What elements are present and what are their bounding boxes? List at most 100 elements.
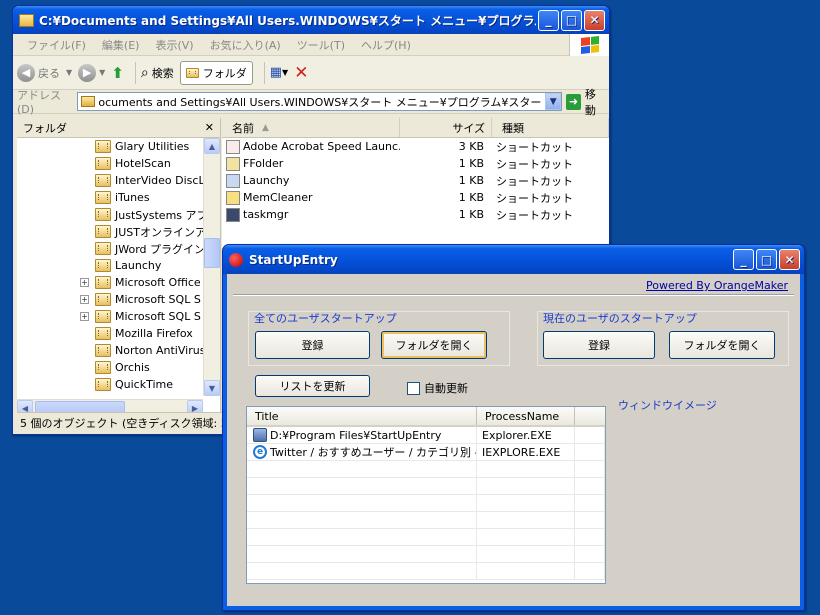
pdf-shortcut-icon xyxy=(226,139,240,154)
folder-tree-item[interactable]: InterVideo DiscL xyxy=(17,172,203,189)
folder-tree-item[interactable]: Launchy xyxy=(17,257,203,274)
close-button[interactable]: ✕ xyxy=(584,9,605,31)
go-button[interactable]: ➜ 移動 xyxy=(566,86,605,118)
file-name-cell: taskmgr xyxy=(222,207,400,222)
refresh-list-button[interactable]: リストを更新 xyxy=(255,375,370,397)
launchy-icon xyxy=(226,173,240,188)
expand-icon[interactable]: + xyxy=(80,312,89,321)
folder-tree[interactable]: Glary Utilities HotelScan InterVideo DiscL… xyxy=(17,138,203,396)
folder-name: JUSTオンラインアッ xyxy=(115,225,203,239)
expand-icon[interactable]: + xyxy=(80,295,89,304)
chevron-down-icon[interactable]: ▼ xyxy=(66,68,72,77)
chevron-down-icon[interactable]: ▼ xyxy=(99,68,105,77)
minimize-button[interactable]: _ xyxy=(733,249,754,270)
all-users-register-button[interactable]: 登録 xyxy=(255,331,370,359)
column-type[interactable]: 種類 xyxy=(492,118,609,137)
folder-icon xyxy=(95,310,111,323)
address-input[interactable]: ocuments and Settings¥All Users.WINDOWS¥… xyxy=(77,92,563,111)
folder-icon xyxy=(95,140,111,153)
folder-tree-item[interactable]: Mozilla Firefox xyxy=(17,325,203,342)
back-button[interactable]: ◀ 戻る ▼ xyxy=(17,63,72,82)
menu-help[interactable]: ヘルプ(H) xyxy=(361,37,411,53)
folder-name: HotelScan xyxy=(115,157,171,170)
current-user-register-button[interactable]: 登録 xyxy=(543,331,655,359)
divider xyxy=(233,294,794,296)
auto-refresh-checkbox[interactable]: 自動更新 xyxy=(407,380,468,396)
folder-tree-item[interactable]: QuickTime xyxy=(17,376,203,393)
folder-name: Glary Utilities xyxy=(115,140,190,153)
startup-titlebar[interactable]: StartUpEntry _ □ ✕ xyxy=(223,245,804,274)
folder-tree-item[interactable]: JustSystems アプ xyxy=(17,206,203,223)
folder-pane-vscroll[interactable]: ▲ ▼ xyxy=(203,138,220,396)
file-row[interactable]: FFolder 1 KB ショートカット xyxy=(222,155,609,172)
filler-cell xyxy=(575,529,605,545)
folder-tree-item[interactable]: Orchis xyxy=(17,359,203,376)
folder-icon xyxy=(185,67,199,78)
menu-favorites[interactable]: お気に入り(A) xyxy=(210,37,281,53)
minimize-button[interactable]: _ xyxy=(538,9,559,31)
file-name: Adobe Acrobat Speed Launc... xyxy=(243,140,400,153)
views-button[interactable]: ▦ ▼ xyxy=(270,65,288,80)
folder-tree-item[interactable]: + Microsoft SQL S xyxy=(17,291,203,308)
all-users-open-folder-button[interactable]: フォルダを開く xyxy=(381,331,487,359)
maximize-button[interactable]: □ xyxy=(561,9,582,31)
scroll-down-icon[interactable]: ▼ xyxy=(204,380,220,396)
toolbar-separator xyxy=(134,61,136,84)
listview-empty-row xyxy=(247,478,605,495)
menu-file[interactable]: ファイル(F) xyxy=(27,37,86,53)
search-button[interactable]: ⌕ 検索 xyxy=(141,65,174,81)
startup-window: StartUpEntry _ □ ✕ Powered By OrangeMake… xyxy=(222,244,805,611)
folder-pane-header: フォルダ ✕ xyxy=(17,118,220,138)
checkbox-box[interactable] xyxy=(407,381,420,395)
listview-row[interactable]: D:¥Program Files¥StartUpEntry Explorer.EX… xyxy=(247,427,605,444)
folder-tree-item[interactable]: iTunes xyxy=(17,189,203,206)
chevron-down-icon[interactable]: ▼ xyxy=(545,93,562,110)
file-name: taskmgr xyxy=(243,208,289,221)
folder-name: Microsoft Office xyxy=(115,276,201,289)
file-row[interactable]: Launchy 1 KB ショートカット xyxy=(222,172,609,189)
column-process-name[interactable]: ProcessName xyxy=(477,407,575,425)
file-row[interactable]: MemCleaner 1 KB ショートカット xyxy=(222,189,609,206)
explorer-titlebar[interactable]: C:¥Documents and Settings¥All Users.WIND… xyxy=(13,6,609,34)
expand-icon[interactable]: + xyxy=(80,278,89,287)
folders-button[interactable]: フォルダ xyxy=(179,60,253,85)
maximize-button[interactable]: □ xyxy=(756,249,777,270)
listview-empty-row xyxy=(247,563,605,580)
scroll-up-icon[interactable]: ▲ xyxy=(204,138,220,154)
back-arrow-icon: ◀ xyxy=(17,63,35,82)
powered-by-link[interactable]: Powered By OrangeMaker xyxy=(646,279,788,292)
close-icon[interactable]: ✕ xyxy=(205,121,214,134)
file-size: 1 KB xyxy=(458,174,484,187)
current-user-open-folder-button[interactable]: フォルダを開く xyxy=(669,331,775,359)
up-button[interactable]: ⬆ xyxy=(111,64,124,82)
folder-icon xyxy=(95,191,111,204)
folder-tree-item[interactable]: + Microsoft SQL S xyxy=(17,308,203,325)
folder-icon xyxy=(95,378,111,391)
file-row[interactable]: Adobe Acrobat Speed Launc... 3 KB ショートカット xyxy=(222,138,609,155)
folder-icon xyxy=(95,157,111,170)
folder-tree-item[interactable]: JWord プラグイン xyxy=(17,240,203,257)
close-button[interactable]: ✕ xyxy=(779,249,800,270)
scroll-thumb[interactable] xyxy=(204,238,220,268)
toolbar: ◀ 戻る ▼ ▶ ▼ ⬆ ⌕ 検索 フォルダ ▦ ▼ ✕ xyxy=(13,56,609,90)
folder-tree-item[interactable]: HotelScan xyxy=(17,155,203,172)
menu-edit[interactable]: 編集(E) xyxy=(102,37,140,53)
folder-tree-item[interactable]: Norton AntiVirus xyxy=(17,342,203,359)
menubar: ファイル(F) 編集(E) 表示(V) お気に入り(A) ツール(T) ヘルプ(… xyxy=(13,34,609,56)
file-row[interactable]: taskmgr 1 KB ショートカット xyxy=(222,206,609,223)
process-cell xyxy=(477,563,575,579)
startup-body: Powered By OrangeMaker 全てのユーザスタートアップ 登録 … xyxy=(227,274,800,606)
column-name[interactable]: 名前 ▲ xyxy=(222,118,400,137)
column-title[interactable]: Title xyxy=(247,407,477,425)
menu-tools[interactable]: ツール(T) xyxy=(297,37,345,53)
menu-view[interactable]: 表示(V) xyxy=(155,37,193,53)
window-listview[interactable]: Title ProcessName D:¥Program Files¥Start… xyxy=(246,406,606,584)
listview-row[interactable]: e Twitter / おすすめユーザー / カテゴリ別 - ... IEXPLOR… xyxy=(247,444,605,461)
folder-tree-item[interactable]: JUSTオンラインアッ xyxy=(17,223,203,240)
forward-button[interactable]: ▶ ▼ xyxy=(78,63,105,82)
column-size[interactable]: サイズ xyxy=(400,118,492,137)
folder-tree-item[interactable]: Glary Utilities xyxy=(17,138,203,155)
process-cell xyxy=(477,546,575,562)
folder-tree-item[interactable]: + Microsoft Office xyxy=(17,274,203,291)
delete-button[interactable]: ✕ xyxy=(294,63,308,83)
